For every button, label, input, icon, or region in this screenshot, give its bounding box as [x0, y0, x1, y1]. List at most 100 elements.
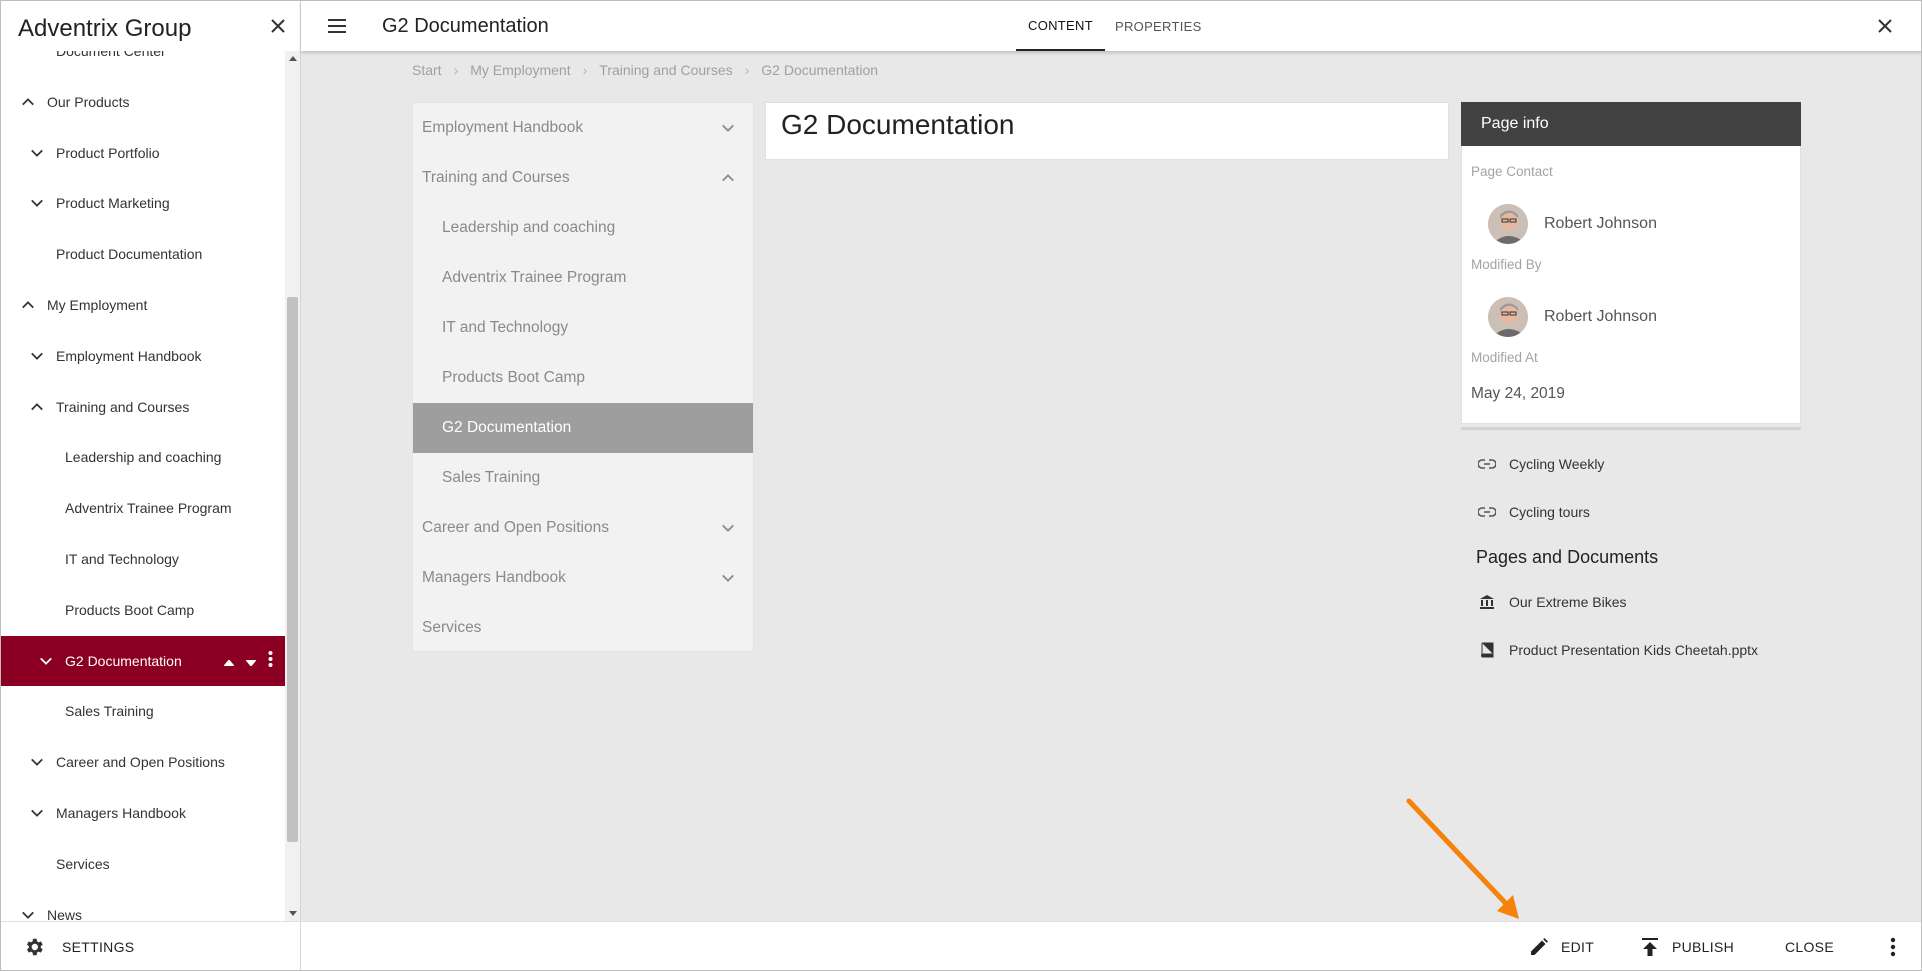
sidebar-title: Adventrix Group [18, 15, 192, 42]
breadcrumb-training-and-courses[interactable]: Training and Courses [599, 62, 732, 78]
scrollbar-thumb[interactable] [287, 297, 298, 842]
hamburger-menu-icon[interactable] [325, 14, 349, 38]
page-contact[interactable]: Robert Johnson [1488, 204, 1657, 244]
breadcrumb-start[interactable]: Start [412, 62, 442, 78]
tab-content[interactable]: CONTENT [1016, 1, 1105, 51]
section-nav-item-adventrix-trainee-program[interactable]: Adventrix Trainee Program [413, 253, 753, 303]
publish-button[interactable]: PUBLISH [1638, 922, 1734, 970]
app-window: Adventrix Group Document Center Our Produ… [0, 0, 1922, 971]
chevron-down-icon[interactable] [28, 144, 46, 162]
book-icon [1477, 640, 1497, 660]
sidebar-item-employment-handbook[interactable]: Employment Handbook [1, 331, 285, 381]
gear-icon [22, 935, 46, 959]
sidebar-close-icon[interactable] [265, 13, 291, 39]
section-nav-item-products-boot-camp[interactable]: Products Boot Camp [413, 353, 753, 403]
chevron-down-icon[interactable] [28, 804, 46, 822]
settings-label: SETTINGS [62, 939, 135, 955]
chevron-up-icon[interactable] [19, 296, 37, 314]
chevron-down-icon[interactable] [719, 519, 737, 537]
section-nav-item-employment-handbook[interactable]: Employment Handbook [413, 103, 753, 153]
chevron-down-icon[interactable] [28, 194, 46, 212]
sidebar-item-my-employment[interactable]: My Employment [1, 280, 285, 330]
move-down-icon[interactable] [244, 653, 258, 669]
link-item[interactable]: Cycling tours [1461, 488, 1801, 536]
chevron-down-icon[interactable] [719, 569, 737, 587]
page-link-item[interactable]: Our Extreme Bikes [1461, 578, 1801, 626]
sidebar-item-career-and-open-positions[interactable]: Career and Open Positions [1, 737, 285, 787]
sidebar-item-label: Products Boot Camp [65, 601, 195, 618]
sidebar-item-news[interactable]: News [1, 890, 285, 921]
sidebar-item-product-documentation[interactable]: Product Documentation [1, 229, 285, 279]
section-nav-label: IT and Technology [442, 319, 569, 336]
sidebar-item-label: Our Products [47, 93, 130, 110]
sidebar-item-training-and-courses[interactable]: Training and Courses [1, 382, 285, 432]
chevron-up-icon[interactable] [19, 93, 37, 111]
chevron-down-icon[interactable] [37, 652, 55, 670]
section-nav-item-services[interactable]: Services [413, 603, 753, 653]
chevron-down-icon[interactable] [28, 347, 46, 365]
content-title: G2 Documentation [781, 109, 1015, 140]
sidebar-item-sales-training[interactable]: Sales Training [1, 686, 285, 736]
sidebar-item-label: Document Center [56, 51, 166, 59]
close-button[interactable]: CLOSE [1785, 922, 1834, 970]
tab-properties[interactable]: PROPERTIES [1115, 1, 1202, 51]
chevron-down-icon[interactable] [719, 119, 737, 137]
sidebar-item-label: Leadership and coaching [65, 449, 222, 466]
sidebar-item-services[interactable]: Services [1, 839, 285, 889]
more-options-icon[interactable] [268, 650, 273, 671]
sidebar-item-g2-documentation[interactable]: G2 Documentation [1, 635, 285, 686]
section-nav-item-g2-documentation[interactable]: G2 Documentation [413, 403, 753, 453]
page-contact-label: Page Contact [1471, 164, 1553, 179]
section-nav-item-training-and-courses[interactable]: Training and Courses [413, 153, 753, 203]
section-nav-item-it-and-technology[interactable]: IT and Technology [413, 303, 753, 353]
sidebar-item-label: Managers Handbook [56, 805, 186, 821]
chevron-down-icon[interactable] [19, 906, 37, 921]
document-link-item[interactable]: Product Presentation Kids Cheetah.pptx [1461, 626, 1801, 674]
sidebar-item-it-and-technology[interactable]: IT and Technology [1, 534, 285, 584]
sidebar-scrollbar[interactable] [285, 51, 300, 921]
section-nav-item-sales-training[interactable]: Sales Training [413, 453, 753, 503]
move-up-icon[interactable] [222, 653, 236, 669]
action-bar: EDIT PUBLISH CLOSE [301, 921, 1921, 970]
more-options-icon[interactable] [1881, 922, 1905, 970]
sidebar-item-our-products[interactable]: Our Products [1, 77, 285, 127]
chevron-down-icon[interactable] [28, 753, 46, 771]
page-contact-name: Robert Johnson [1544, 215, 1657, 232]
section-nav-label: Products Boot Camp [442, 369, 586, 386]
scroll-up-icon[interactable] [285, 51, 300, 65]
link-item[interactable]: Cycling Weekly [1461, 440, 1801, 488]
sidebar-item-label: G2 Documentation [65, 652, 182, 669]
section-nav-label: Leadership and coaching [442, 219, 616, 236]
sidebar-item-product-marketing[interactable]: Product Marketing [1, 178, 285, 228]
sidebar-item-product-portfolio[interactable]: Product Portfolio [1, 128, 285, 178]
scroll-down-icon[interactable] [285, 907, 300, 921]
chevron-up-icon[interactable] [28, 398, 46, 416]
modified-by-name: Robert Johnson [1544, 308, 1657, 325]
breadcrumb-my-employment[interactable]: My Employment [470, 62, 570, 78]
sidebar-item-leadership-and-coaching[interactable]: Leadership and coaching [1, 432, 285, 482]
modified-by[interactable]: Robert Johnson [1488, 297, 1657, 337]
sidebar: Adventrix Group Document Center Our Produ… [1, 1, 301, 970]
sidebar-item-products-boot-camp[interactable]: Products Boot Camp [1, 585, 285, 635]
section-nav-item-managers-handbook[interactable]: Managers Handbook [413, 553, 753, 603]
section-nav-item-career-and-open-positions[interactable]: Career and Open Positions [413, 503, 753, 553]
sidebar-item-label: Sales Training [65, 703, 154, 720]
annotation-arrow-icon [1406, 798, 1519, 919]
edit-button[interactable]: EDIT [1527, 922, 1594, 970]
section-nav-label: Training and Courses [422, 169, 570, 186]
close-icon[interactable] [1872, 13, 1898, 39]
sidebar-item-adventrix-trainee-program[interactable]: Adventrix Trainee Program [1, 483, 285, 533]
section-nav-label: Sales Training [442, 469, 541, 486]
chevron-up-icon[interactable] [719, 169, 737, 187]
sidebar-item-label: Adventrix Trainee Program [65, 500, 232, 517]
section-nav-label: Employment Handbook [422, 119, 584, 136]
page-title: G2 Documentation [382, 15, 549, 37]
section-nav-item-leadership-and-coaching[interactable]: Leadership and coaching [413, 203, 753, 253]
row-actions [222, 636, 273, 686]
section-nav-label: G2 Documentation [442, 419, 572, 436]
sidebar-item-label: News [47, 906, 83, 921]
sidebar-item-document-center[interactable]: Document Center [1, 51, 285, 76]
sidebar-item-managers-handbook[interactable]: Managers Handbook [1, 788, 285, 838]
settings-button[interactable]: SETTINGS [1, 921, 301, 970]
link-icon [1477, 502, 1497, 522]
